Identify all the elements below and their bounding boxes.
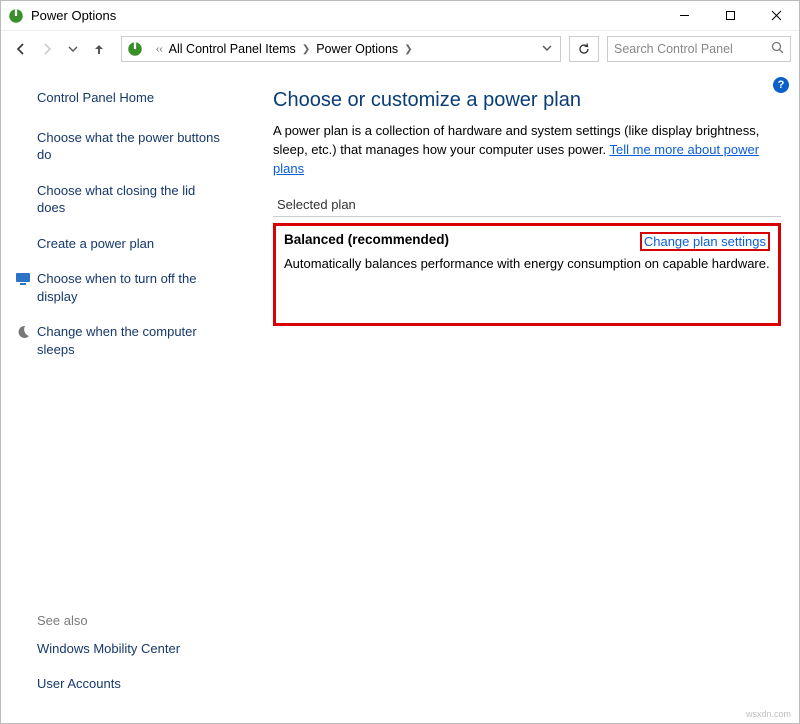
up-button[interactable] [87, 37, 111, 61]
plan-description: Automatically balances performance with … [284, 255, 770, 273]
breadcrumb-item[interactable]: Power Options [316, 42, 398, 56]
search-input[interactable]: Search Control Panel [607, 36, 791, 62]
power-options-icon [126, 40, 144, 58]
see-also-user-accounts[interactable]: User Accounts [37, 675, 227, 693]
sidebar-link-computer-sleeps[interactable]: Change when the computer sleeps [37, 323, 227, 358]
sidebar-link-create-plan[interactable]: Create a power plan [37, 235, 227, 253]
toolbar: ‹‹ All Control Panel Items ❯ Power Optio… [1, 31, 799, 67]
recent-locations-dropdown[interactable] [61, 37, 85, 61]
change-plan-settings-link[interactable]: Change plan settings [644, 234, 766, 249]
selected-plan-label: Selected plan [273, 191, 781, 216]
main-panel: ? Choose or customize a power plan A pow… [259, 67, 799, 723]
page-description: A power plan is a collection of hardware… [273, 122, 781, 179]
help-button[interactable]: ? [773, 77, 789, 93]
forward-button[interactable] [35, 37, 59, 61]
sidebar-link-turn-off-display[interactable]: Choose when to turn off the display [37, 270, 227, 305]
chevron-right-icon[interactable]: ❯ [404, 44, 412, 55]
titlebar: Power Options [1, 1, 799, 31]
minimize-button[interactable] [661, 1, 707, 31]
back-button[interactable] [9, 37, 33, 61]
window-title: Power Options [31, 8, 116, 23]
change-plan-settings-highlight: Change plan settings [640, 232, 770, 251]
search-icon [771, 41, 784, 57]
content-area: Control Panel Home Choose what the power… [1, 67, 799, 723]
see-also-heading: See also [37, 613, 245, 628]
refresh-button[interactable] [569, 36, 599, 62]
plan-name: Balanced (recommended) [284, 232, 449, 247]
maximize-button[interactable] [707, 1, 753, 31]
display-icon [15, 271, 31, 287]
watermark: wsxdn.com [746, 709, 791, 719]
see-also-mobility-center[interactable]: Windows Mobility Center [37, 640, 227, 658]
selected-plan-box: Balanced (recommended) Change plan setti… [273, 223, 781, 326]
sidebar-link-power-buttons[interactable]: Choose what the power buttons do [37, 129, 227, 164]
chevron-right-icon[interactable]: ❯ [302, 44, 310, 55]
control-panel-home-link[interactable]: Control Panel Home [37, 89, 245, 107]
moon-icon [15, 324, 31, 340]
address-dropdown[interactable] [538, 43, 556, 56]
sidebar: Control Panel Home Choose what the power… [1, 67, 259, 723]
page-title: Choose or customize a power plan [273, 89, 781, 112]
breadcrumb-item[interactable]: All Control Panel Items [169, 42, 296, 56]
divider [273, 216, 781, 217]
sidebar-link-closing-lid[interactable]: Choose what closing the lid does [37, 182, 227, 217]
power-options-icon [7, 7, 25, 25]
search-placeholder: Search Control Panel [614, 42, 771, 56]
breadcrumb-left-caret[interactable]: ‹‹ [156, 44, 163, 55]
close-button[interactable] [753, 1, 799, 31]
address-bar[interactable]: ‹‹ All Control Panel Items ❯ Power Optio… [121, 36, 561, 62]
